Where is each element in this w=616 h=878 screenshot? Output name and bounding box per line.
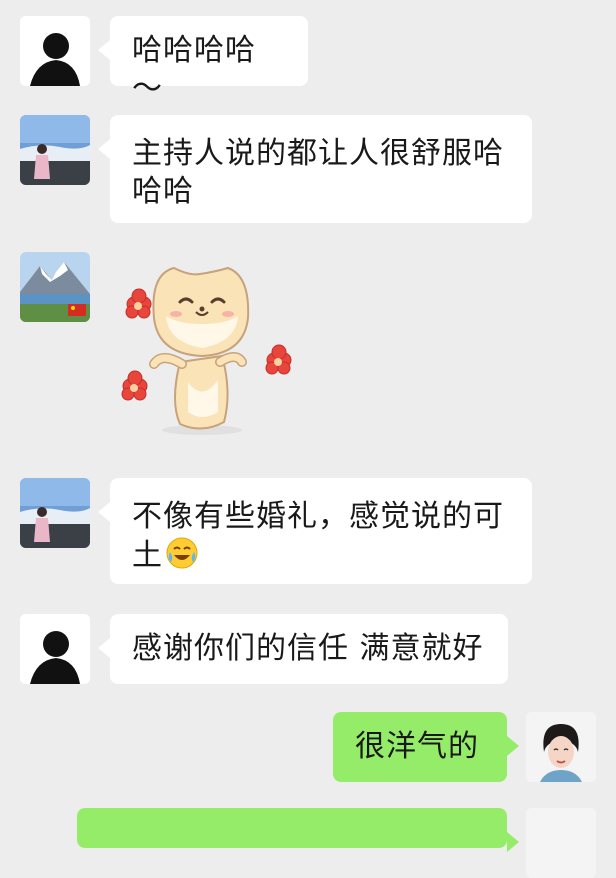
outgoing-message-bubble[interactable]: 很洋气的 xyxy=(333,712,519,782)
message-text: 哈哈哈哈～ xyxy=(132,33,256,106)
message-bubble[interactable]: 主持人说的都让人很舒服哈哈哈 xyxy=(98,115,532,223)
laughing-crying-emoji xyxy=(165,536,199,570)
message-bubble[interactable]: 不像有些婚礼，感觉说的可土 xyxy=(98,478,532,584)
traveler-photo-avatar[interactable] xyxy=(20,115,90,185)
cat-dancing-with-flowers-sticker[interactable] xyxy=(110,252,310,442)
message-text: 感谢你们的信任 满意就好 xyxy=(132,631,484,666)
man-silhouette-avatar[interactable] xyxy=(20,16,90,86)
traveler-photo-avatar[interactable] xyxy=(20,478,90,548)
message-text: 很洋气的 xyxy=(355,729,479,764)
message-bubble[interactable]: 感谢你们的信任 满意就好 xyxy=(98,614,508,684)
message-bubble[interactable]: 哈哈哈哈～ xyxy=(98,16,308,106)
outgoing-message-bubble-partial[interactable] xyxy=(77,808,519,852)
woman-portrait-avatar[interactable] xyxy=(526,712,596,782)
man-silhouette-avatar[interactable] xyxy=(20,614,90,684)
mountain-lake-avatar[interactable] xyxy=(20,252,90,322)
woman-portrait-avatar-partial[interactable] xyxy=(526,808,596,878)
message-text: 主持人说的都让人很舒服哈哈哈 xyxy=(132,136,504,209)
